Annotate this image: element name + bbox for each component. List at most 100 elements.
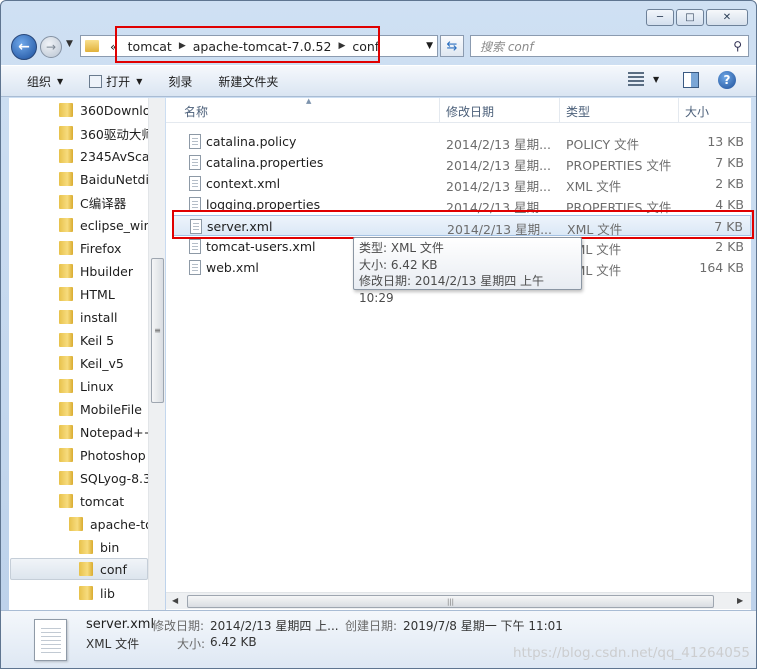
file-icon xyxy=(189,260,201,275)
navigation-tree: 360Downloa 360驱动大师 2345AvScan BaiduNetdi… xyxy=(9,98,165,610)
tree-item[interactable]: Photoshop xyxy=(59,444,146,466)
tree-scrollbar[interactable]: ≡ xyxy=(148,98,165,610)
file-size: 164 KB xyxy=(699,260,744,275)
folder-icon xyxy=(59,103,73,117)
open-label: 打开 xyxy=(106,74,131,89)
details-filetype: XML 文件 xyxy=(86,637,140,651)
column-header-type[interactable]: 类型 xyxy=(566,103,590,120)
tree-item-bin[interactable]: bin xyxy=(79,536,119,558)
close-button[interactable]: ✕ xyxy=(706,9,748,26)
file-type: POLICY 文件 xyxy=(566,137,640,152)
folder-icon xyxy=(59,333,73,347)
organize-menu[interactable]: 组织 ▼ xyxy=(27,73,63,90)
tree-item-lib[interactable]: lib xyxy=(79,582,115,604)
minimize-button[interactable]: ─ xyxy=(646,9,674,26)
column-header-size[interactable]: 大小 xyxy=(685,103,709,120)
file-date: 2014/2/13 星期... xyxy=(446,158,551,173)
scrollbar-thumb[interactable]: ≡ xyxy=(151,258,164,403)
search-input[interactable]: 搜索 conf ⚲ xyxy=(470,35,749,57)
tree-item[interactable]: 2345AvScan xyxy=(59,145,157,167)
scroll-right-icon[interactable]: ▶ xyxy=(737,596,743,605)
tree-item[interactable]: 360Downloa xyxy=(59,99,158,121)
folder-icon xyxy=(59,172,73,186)
recent-pages-dropdown-icon[interactable]: ▼ xyxy=(66,39,73,49)
tooltip-modified: 修改日期: 2014/2/13 星期四 上午 10:29 xyxy=(359,274,545,305)
chevron-down-icon[interactable]: ▼ xyxy=(653,75,659,84)
file-name: catalina.properties xyxy=(206,155,324,170)
folder-icon xyxy=(59,448,73,462)
folder-icon xyxy=(79,562,93,576)
tree-item[interactable]: install xyxy=(59,306,117,328)
tree-item[interactable]: eclipse_win6 xyxy=(59,214,159,236)
file-name: web.xml xyxy=(206,260,259,275)
tree-item[interactable]: SQLyog-8.3 xyxy=(59,467,151,489)
tree-item[interactable]: HTML xyxy=(59,283,115,305)
file-size: 13 KB xyxy=(707,134,744,149)
folder-icon xyxy=(59,149,73,163)
view-options-icon[interactable] xyxy=(628,72,644,86)
tree-item[interactable]: 360驱动大师 xyxy=(59,122,154,144)
burn-button[interactable]: 刻录 xyxy=(168,73,192,90)
folder-icon xyxy=(59,425,73,439)
folder-icon xyxy=(59,379,73,393)
tree-item[interactable]: C编译器 xyxy=(59,191,126,213)
scroll-left-icon[interactable]: ◀ xyxy=(172,596,178,605)
explorer-window: ─ □ ✕ ← → ▼ « tomcat ▶ apache-tomcat-7.0… xyxy=(0,0,757,669)
folder-icon xyxy=(69,517,83,531)
file-date: 2014/2/13 星期... xyxy=(446,137,551,152)
command-bar: 组织 ▼ 打开 ▼ 刻录 新建文件夹 ▼ ? xyxy=(1,65,756,97)
details-filename: server.xml xyxy=(86,617,155,632)
new-folder-button[interactable]: 新建文件夹 xyxy=(218,73,278,90)
file-row[interactable]: catalina.policy 2014/2/13 星期... POLICY 文… xyxy=(173,131,751,152)
column-header-row: ▲ 名称 修改日期 类型 大小 xyxy=(166,98,751,123)
file-row[interactable]: context.xml 2014/2/13 星期... XML 文件 2 KB xyxy=(173,173,751,194)
tree-item[interactable]: Linux xyxy=(59,375,114,397)
column-divider[interactable] xyxy=(678,98,679,123)
tree-item[interactable]: Notepad++ xyxy=(59,421,154,443)
folder-icon xyxy=(59,287,73,301)
search-icon[interactable]: ⚲ xyxy=(733,39,742,53)
folder-icon xyxy=(59,310,73,324)
tree-item-tomcat[interactable]: tomcat xyxy=(59,490,124,512)
file-size: 2 KB xyxy=(715,239,744,254)
tree-item[interactable]: Hbuilder xyxy=(59,260,133,282)
details-size-label: 大小: xyxy=(177,637,206,651)
column-divider[interactable] xyxy=(559,98,560,123)
column-header-date[interactable]: 修改日期 xyxy=(446,103,494,120)
column-divider[interactable] xyxy=(439,98,440,123)
file-type: XML 文件 xyxy=(566,179,622,194)
scrollbar-thumb[interactable]: ||| xyxy=(187,595,714,608)
maximize-button[interactable]: □ xyxy=(676,9,704,26)
folder-icon xyxy=(59,241,73,255)
refresh-button[interactable]: ⇆ xyxy=(440,35,464,57)
tree-item[interactable]: Firefox xyxy=(59,237,121,259)
tree-item[interactable]: BaiduNetdis xyxy=(59,168,155,190)
folder-icon xyxy=(59,195,73,209)
tree-item[interactable]: MobileFile xyxy=(59,398,142,420)
tree-item-conf[interactable]: conf xyxy=(10,558,148,580)
folder-icon xyxy=(59,126,73,140)
preview-pane-icon[interactable] xyxy=(683,72,699,88)
tree-item-apache-tomcat[interactable]: apache-to xyxy=(69,513,153,535)
column-header-name[interactable]: 名称 xyxy=(184,103,208,120)
tree-item[interactable]: Keil_v5 xyxy=(59,352,124,374)
file-type: PROPERTIES 文件 xyxy=(566,158,672,173)
forward-button[interactable]: → xyxy=(40,36,62,58)
address-dropdown-icon[interactable]: ▼ xyxy=(426,41,433,51)
file-list: ▲ 名称 修改日期 类型 大小 catalina.policy 2014/2/1… xyxy=(166,98,751,610)
help-icon[interactable]: ? xyxy=(718,71,736,89)
tree-item[interactable]: Keil 5 xyxy=(59,329,114,351)
folder-icon xyxy=(59,402,73,416)
address-highlight-box xyxy=(115,26,380,63)
open-menu[interactable]: 打开 ▼ xyxy=(89,73,142,90)
folder-icon xyxy=(59,471,73,485)
file-row[interactable]: catalina.properties 2014/2/13 星期... PROP… xyxy=(173,152,751,173)
folder-icon xyxy=(59,494,73,508)
window-controls: ─ □ ✕ xyxy=(646,9,748,26)
folder-icon xyxy=(79,586,93,600)
file-icon xyxy=(189,134,201,149)
details-created-value: 2019/7/8 星期一 下午 11:01 xyxy=(403,619,563,633)
tooltip-type: 类型: XML 文件 xyxy=(359,241,444,255)
back-button[interactable]: ← xyxy=(11,34,37,60)
file-list-scrollbar[interactable]: ◀ ||| ▶ xyxy=(166,592,751,609)
